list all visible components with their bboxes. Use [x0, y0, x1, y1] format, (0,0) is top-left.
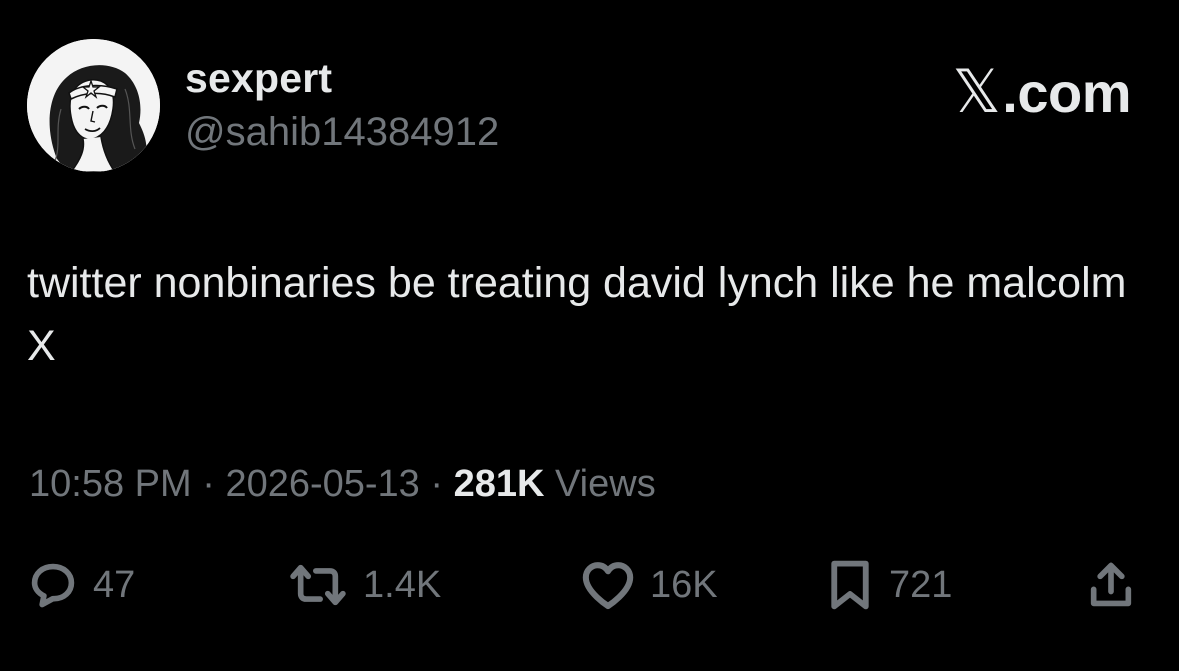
x-com-watermark: 𝕏 .com [952, 57, 1131, 127]
like-count: 16K [650, 563, 718, 606]
like-button[interactable]: 16K [580, 555, 718, 615]
avatar[interactable] [27, 39, 160, 172]
author-display-name[interactable]: sexpert [185, 55, 332, 102]
bookmark-icon [831, 560, 869, 610]
reply-button[interactable]: 47 [27, 555, 135, 615]
meta-separator: · [419, 463, 454, 505]
retweet-button[interactable]: 1.4K [287, 555, 441, 615]
tweet-meta: 10:58 PM · 2026-05-13 · 281K Views [29, 463, 656, 506]
reply-count: 47 [93, 563, 136, 606]
heart-icon [582, 562, 634, 610]
reply-icon [31, 563, 75, 608]
bookmark-count: 721 [889, 563, 953, 606]
action-bar: 47 1.4K 16K 721 [0, 555, 1179, 615]
views-count[interactable]: 281K [454, 463, 545, 505]
tweet-card: sexpert @sahib14384912 𝕏 .com twitter no… [0, 0, 1179, 671]
retweet-count: 1.4K [363, 563, 442, 606]
retweet-icon [290, 564, 346, 606]
bookmark-button[interactable]: 721 [825, 555, 952, 615]
share-icon [1090, 562, 1132, 607]
watermark-text: .com [1002, 61, 1131, 124]
meta-separator: · [191, 463, 226, 505]
avatar-illustration-icon [27, 39, 160, 172]
author-handle[interactable]: @sahib14384912 [185, 110, 499, 155]
tweet-date[interactable]: 2026-05-13 [225, 463, 419, 505]
share-button[interactable] [1085, 555, 1137, 615]
x-logo-icon: 𝕏 [952, 57, 1001, 127]
views-label: Views [544, 463, 656, 505]
tweet-time[interactable]: 10:58 PM [29, 463, 192, 505]
tweet-text: twitter nonbinaries be treating david ly… [27, 259, 1127, 370]
